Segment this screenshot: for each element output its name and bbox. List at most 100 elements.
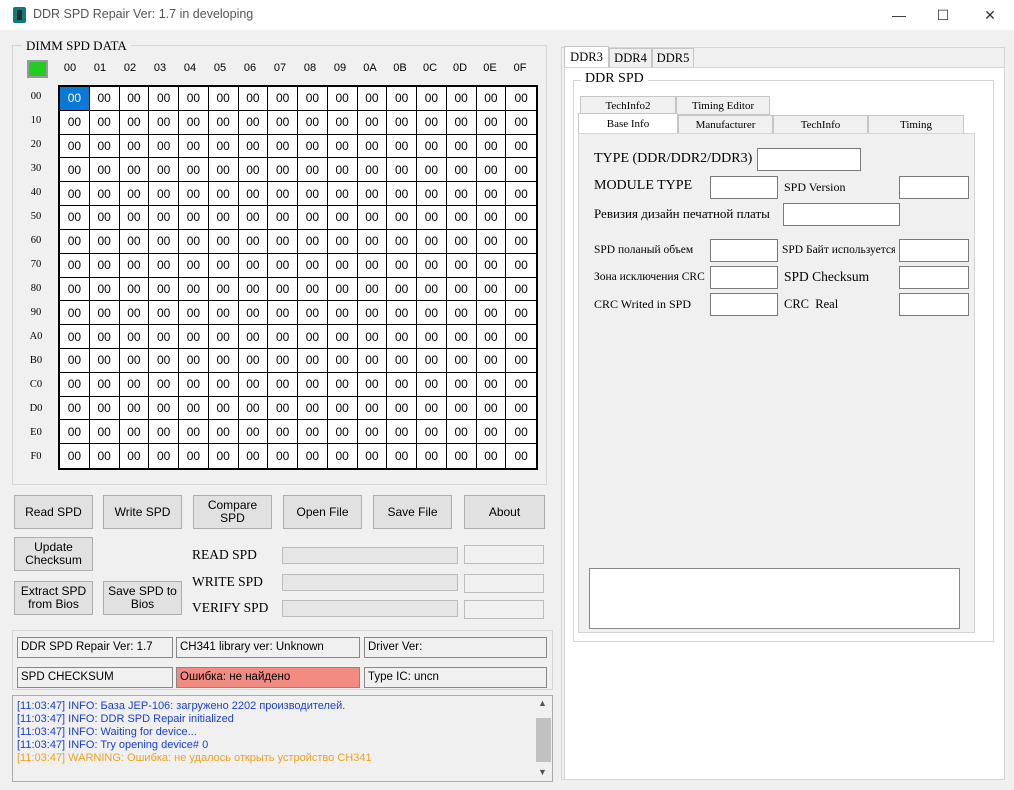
- type-field[interactable]: [757, 148, 861, 171]
- scroll-thumb[interactable]: [536, 718, 551, 762]
- spd-byte-cell[interactable]: 00: [298, 301, 328, 326]
- info-text-area[interactable]: [589, 568, 960, 629]
- subtab-timing[interactable]: Timing: [868, 115, 964, 134]
- spd-byte-cell[interactable]: 00: [358, 444, 388, 468]
- update-checksum-button[interactable]: Update Checksum: [14, 537, 93, 571]
- spd-byte-cell[interactable]: 00: [446, 372, 477, 397]
- spd-byte-cell[interactable]: 00: [268, 396, 298, 421]
- spd-byte-cell[interactable]: 00: [417, 182, 447, 207]
- spd-byte-cell[interactable]: 00: [357, 182, 388, 207]
- spd-byte-cell[interactable]: 00: [417, 229, 447, 254]
- spd-byte-cell[interactable]: 00: [327, 229, 358, 254]
- spd-byte-cell[interactable]: 00: [119, 182, 150, 207]
- spd-byte-cell[interactable]: 00: [506, 444, 536, 468]
- spd-byte-cell[interactable]: 00: [119, 87, 150, 111]
- spd-byte-cell[interactable]: 00: [179, 158, 209, 183]
- spd-byte-cell[interactable]: 00: [417, 396, 447, 421]
- spd-byte-cell[interactable]: 00: [208, 87, 239, 111]
- spd-byte-cell[interactable]: 00: [119, 110, 150, 135]
- spd-byte-cell[interactable]: 00: [60, 277, 90, 302]
- spd-byte-cell[interactable]: 00: [476, 325, 507, 349]
- spd-byte-cell[interactable]: 00: [417, 372, 447, 397]
- spd-byte-cell[interactable]: 00: [149, 372, 179, 397]
- spd-byte-cell[interactable]: 00: [179, 301, 209, 326]
- spd-byte-cell[interactable]: 00: [238, 110, 269, 135]
- log-scrollbar[interactable]: ▲ ▼: [535, 696, 552, 781]
- spd-byte-cell[interactable]: 00: [298, 253, 328, 278]
- spd-byte-cell[interactable]: 00: [357, 87, 388, 111]
- spd-byte-cell[interactable]: 00: [149, 158, 179, 183]
- spd-byte-cell[interactable]: 00: [476, 396, 507, 421]
- spd-byte-cell[interactable]: 00: [208, 325, 239, 349]
- spd-byte-cell[interactable]: 00: [357, 229, 388, 254]
- spd-byte-cell[interactable]: 00: [149, 444, 179, 468]
- minimize-button[interactable]: —: [876, 0, 922, 30]
- spd-byte-cell[interactable]: 00: [506, 230, 536, 254]
- spd-byte-cell[interactable]: 00: [506, 373, 536, 397]
- spd-byte-cell[interactable]: 00: [179, 134, 209, 159]
- write-spd-button[interactable]: Write SPD: [103, 495, 182, 529]
- spd-byte-cell[interactable]: 00: [387, 372, 417, 397]
- spd-byte-cell[interactable]: 00: [89, 87, 120, 111]
- extract-spd-button[interactable]: Extract SPD from Bios: [14, 581, 93, 615]
- about-button[interactable]: About: [464, 495, 545, 529]
- spd-byte-cell[interactable]: 00: [119, 158, 150, 183]
- spd-byte-cell[interactable]: 00: [476, 206, 507, 230]
- spd-byte-cell[interactable]: 00: [506, 420, 536, 445]
- subtab-base-info[interactable]: Base Info: [578, 113, 678, 134]
- spd-byte-cell[interactable]: 00: [506, 301, 536, 326]
- crc-written-field[interactable]: [710, 293, 778, 316]
- spd-byte-cell[interactable]: 00: [506, 278, 536, 302]
- spd-byte-cell[interactable]: 00: [357, 206, 388, 230]
- spd-byte-cell[interactable]: 00: [357, 325, 388, 349]
- spd-byte-cell[interactable]: 00: [327, 182, 358, 207]
- spd-byte-cell[interactable]: 00: [119, 396, 150, 421]
- spd-byte-cell[interactable]: 00: [238, 182, 269, 207]
- spd-byte-cell[interactable]: 00: [149, 134, 179, 159]
- spd-checksum-field[interactable]: [899, 266, 969, 289]
- spd-byte-cell[interactable]: 00: [119, 229, 150, 254]
- spd-byte-cell[interactable]: 00: [476, 87, 507, 111]
- spd-byte-cell[interactable]: 00: [268, 277, 298, 302]
- spd-byte-cell[interactable]: 00: [179, 206, 209, 230]
- spd-byte-cell[interactable]: 00: [149, 229, 179, 254]
- spd-byte-cell[interactable]: 00: [387, 301, 417, 326]
- spd-byte-cell[interactable]: 00: [357, 348, 388, 373]
- spd-byte-cell[interactable]: 00: [60, 87, 90, 111]
- spd-byte-cell[interactable]: 00: [387, 87, 417, 111]
- spd-byte-cell[interactable]: 00: [417, 325, 447, 349]
- spd-byte-cell[interactable]: 00: [238, 348, 269, 373]
- close-button[interactable]: ✕: [967, 0, 1013, 30]
- spd-byte-cell[interactable]: 00: [238, 158, 269, 183]
- spd-byte-cell[interactable]: 00: [298, 372, 328, 397]
- spd-byte-cell[interactable]: 00: [268, 325, 298, 349]
- spd-byte-cell[interactable]: 00: [357, 396, 388, 421]
- open-file-button[interactable]: Open File: [283, 495, 362, 529]
- crc-zone-field[interactable]: [710, 266, 778, 289]
- spd-byte-cell[interactable]: 00: [268, 372, 298, 397]
- spd-byte-cell[interactable]: 00: [238, 206, 269, 230]
- spd-byte-cell[interactable]: 00: [446, 348, 477, 373]
- spd-byte-cell[interactable]: 00: [327, 301, 358, 326]
- spd-byte-cell[interactable]: 00: [327, 325, 358, 349]
- spd-byte-cell[interactable]: 00: [268, 110, 298, 135]
- scroll-up-icon[interactable]: ▲: [538, 698, 547, 708]
- spd-byte-cell[interactable]: 00: [60, 182, 90, 207]
- spd-byte-cell[interactable]: 00: [208, 158, 239, 183]
- spd-byte-cell[interactable]: 00: [268, 87, 298, 111]
- spd-byte-cell[interactable]: 00: [60, 325, 90, 349]
- maximize-button[interactable]: ☐: [920, 0, 966, 30]
- spd-byte-cell[interactable]: 00: [357, 372, 388, 397]
- spd-byte-cell[interactable]: 00: [119, 134, 150, 159]
- spd-byte-cell[interactable]: 00: [149, 206, 179, 230]
- spd-byte-cell[interactable]: 00: [387, 420, 417, 445]
- spd-byte-cell[interactable]: 00: [89, 229, 120, 254]
- spd-byte-cell[interactable]: 00: [208, 253, 239, 278]
- spd-byte-cell[interactable]: 00: [476, 348, 507, 373]
- spd-byte-cell[interactable]: 00: [446, 396, 477, 421]
- spd-byte-cell[interactable]: 00: [60, 396, 90, 421]
- spd-byte-cell[interactable]: 00: [120, 444, 150, 468]
- spd-byte-cell[interactable]: 00: [298, 277, 328, 302]
- spd-byte-cell[interactable]: 00: [60, 229, 90, 254]
- spd-byte-cell[interactable]: 00: [119, 277, 150, 302]
